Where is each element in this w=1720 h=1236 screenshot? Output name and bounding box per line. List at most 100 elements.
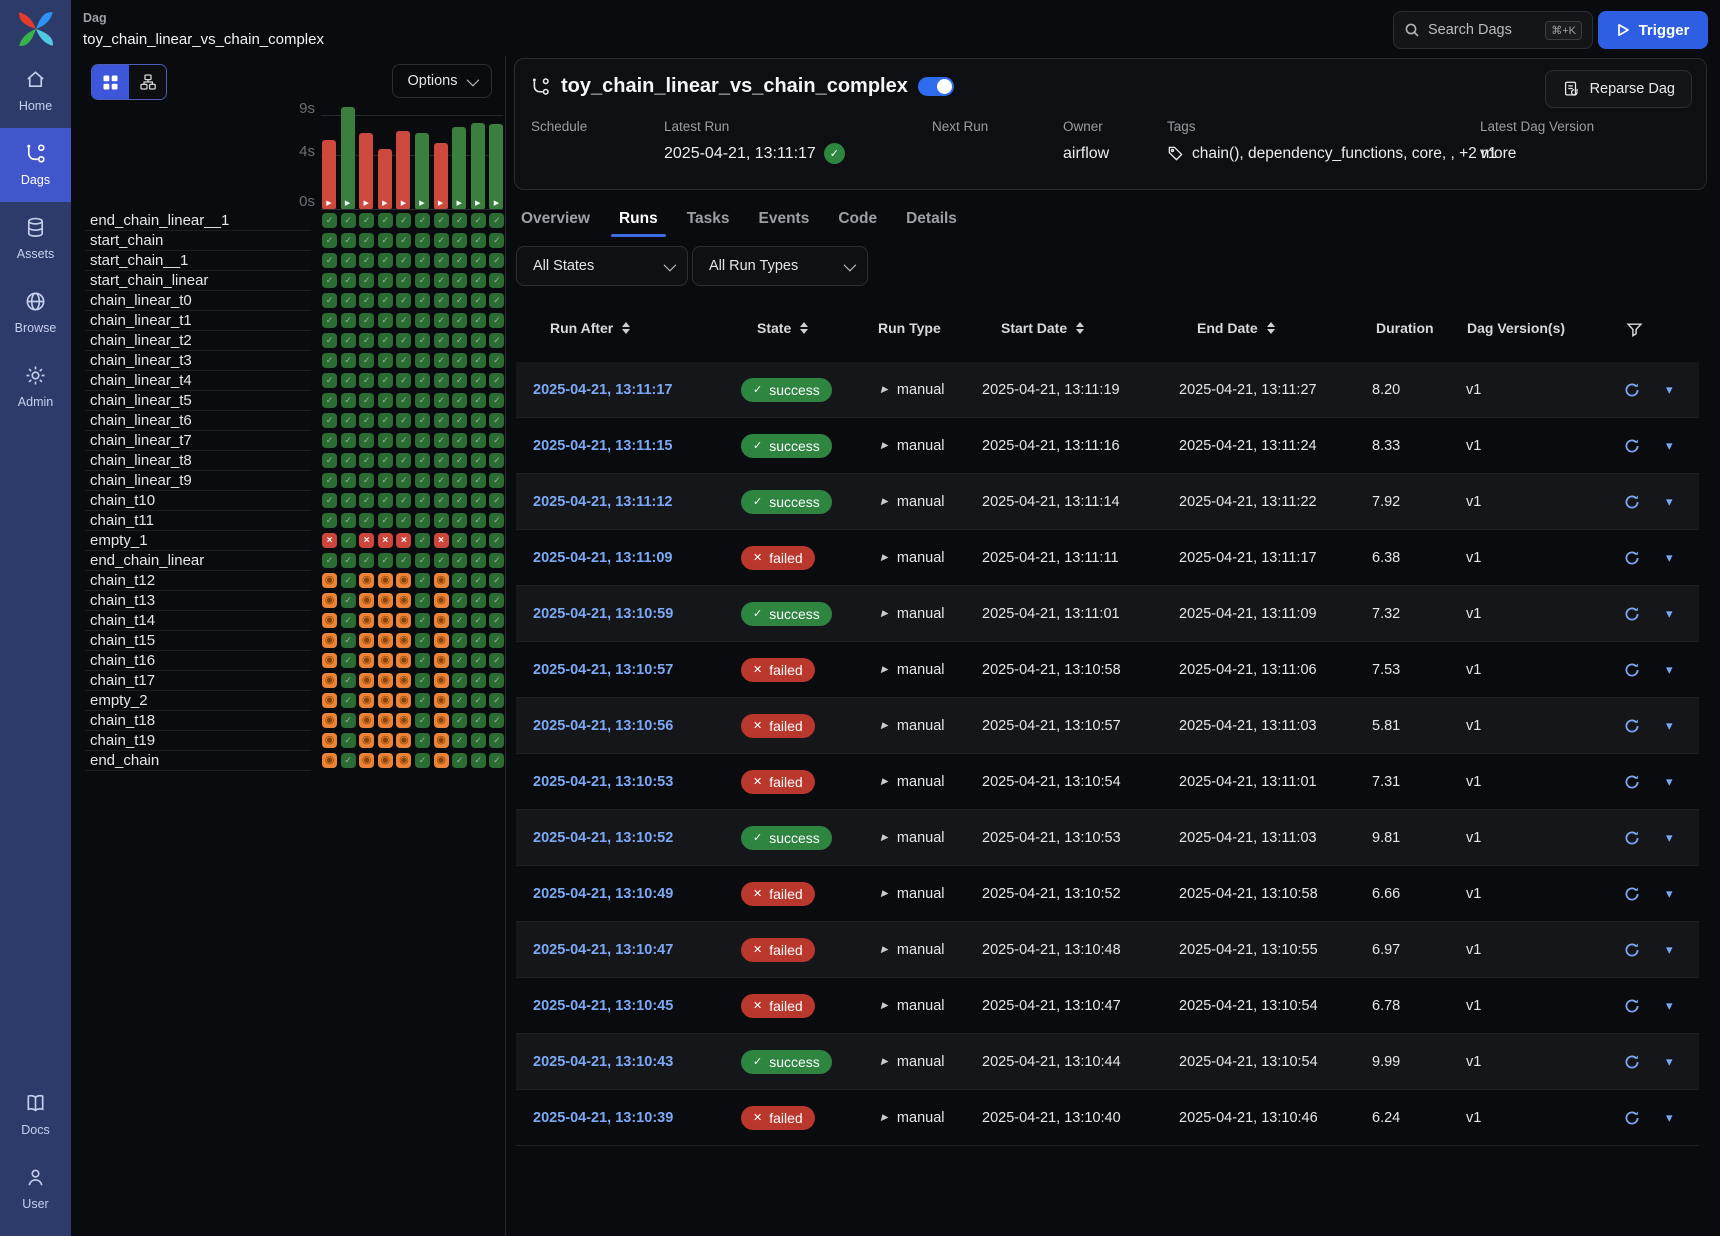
task-instance-success[interactable]: ✓: [341, 273, 356, 288]
airflow-logo[interactable]: [15, 8, 57, 50]
task-instance-success[interactable]: ✓: [359, 413, 374, 428]
sort-icon[interactable]: [800, 322, 808, 334]
task-instance-success[interactable]: ✓: [489, 253, 504, 268]
task-instance-success[interactable]: ✓: [378, 373, 393, 388]
run-row[interactable]: 2025-04-21, 13:10:56✕failed▶manual2025-0…: [516, 698, 1699, 754]
task-instance-success[interactable]: ✓: [396, 313, 411, 328]
task-instance-success[interactable]: ✓: [359, 473, 374, 488]
clear-run-button[interactable]: [1624, 550, 1640, 566]
task-instance-upstream[interactable]: ◉: [396, 693, 411, 708]
sidebar-item-admin[interactable]: Admin: [0, 350, 71, 424]
task-instance-success[interactable]: ✓: [471, 733, 486, 748]
task-instance-success[interactable]: ✓: [378, 273, 393, 288]
task-instance-success[interactable]: ✓: [434, 313, 449, 328]
task-instance-upstream[interactable]: ◉: [359, 653, 374, 668]
task-instance-success[interactable]: ✓: [434, 553, 449, 568]
task-instance-upstream[interactable]: ◉: [434, 753, 449, 768]
task-name[interactable]: chain_t13: [90, 591, 155, 611]
task-name[interactable]: chain_t17: [90, 671, 155, 691]
task-instance-success[interactable]: ✓: [359, 453, 374, 468]
task-instance-success[interactable]: ✓: [415, 473, 430, 488]
sort-icon[interactable]: [1076, 322, 1084, 334]
task-instance-success[interactable]: ✓: [434, 213, 449, 228]
task-instance-success[interactable]: ✓: [396, 373, 411, 388]
task-instance-success[interactable]: ✓: [322, 453, 337, 468]
task-instance-success[interactable]: ✓: [341, 373, 356, 388]
task-instance-success[interactable]: ✓: [378, 553, 393, 568]
run-column-bar[interactable]: ▶: [489, 124, 503, 210]
tab-runs[interactable]: Runs: [611, 200, 666, 237]
task-instance-success[interactable]: ✓: [452, 753, 467, 768]
clear-run-button[interactable]: [1624, 886, 1640, 902]
task-instance-success[interactable]: ✓: [471, 273, 486, 288]
task-instance-success[interactable]: ✓: [452, 553, 467, 568]
task-instance-success[interactable]: ✓: [415, 313, 430, 328]
task-instance-success[interactable]: ✓: [341, 253, 356, 268]
task-instance-upstream[interactable]: ◉: [359, 753, 374, 768]
task-instance-upstream[interactable]: ◉: [378, 633, 393, 648]
task-name[interactable]: chain_t11: [90, 511, 154, 531]
task-instance-failed[interactable]: ×: [322, 533, 337, 548]
task-instance-success[interactable]: ✓: [359, 333, 374, 348]
task-instance-success[interactable]: ✓: [452, 473, 467, 488]
task-instance-success[interactable]: ✓: [359, 273, 374, 288]
sidebar-item-assets[interactable]: Assets: [0, 202, 71, 276]
task-instance-success[interactable]: ✓: [415, 213, 430, 228]
task-instance-upstream[interactable]: ◉: [434, 633, 449, 648]
task-instance-success[interactable]: ✓: [489, 433, 504, 448]
task-instance-success[interactable]: ✓: [434, 453, 449, 468]
run-row[interactable]: 2025-04-21, 13:10:47✕failed▶manual2025-0…: [516, 922, 1699, 978]
run-row[interactable]: 2025-04-21, 13:10:57✕failed▶manual2025-0…: [516, 642, 1699, 698]
run-actions-caret[interactable]: ▾: [1666, 774, 1673, 790]
sort-icon[interactable]: [1267, 322, 1275, 334]
task-name[interactable]: chain_linear_t9: [90, 471, 192, 491]
task-name[interactable]: chain_t14: [90, 611, 155, 631]
task-name[interactable]: end_chain_linear__1: [90, 211, 229, 231]
run-row[interactable]: 2025-04-21, 13:10:53✕failed▶manual2025-0…: [516, 754, 1699, 810]
task-instance-success[interactable]: ✓: [322, 493, 337, 508]
task-instance-success[interactable]: ✓: [471, 433, 486, 448]
task-instance-success[interactable]: ✓: [415, 413, 430, 428]
task-instance-upstream[interactable]: ◉: [322, 653, 337, 668]
run-column-bar[interactable]: ▶: [434, 143, 448, 210]
task-instance-success[interactable]: ✓: [359, 553, 374, 568]
run-row[interactable]: 2025-04-21, 13:10:45✕failed▶manual2025-0…: [516, 978, 1699, 1034]
task-instance-success[interactable]: ✓: [471, 513, 486, 528]
task-name[interactable]: chain_t12: [90, 571, 155, 591]
task-instance-success[interactable]: ✓: [415, 393, 430, 408]
task-instance-success[interactable]: ✓: [471, 393, 486, 408]
task-instance-upstream[interactable]: ◉: [322, 613, 337, 628]
task-instance-success[interactable]: ✓: [341, 733, 356, 748]
run-row[interactable]: 2025-04-21, 13:11:12✓success▶manual2025-…: [516, 474, 1699, 530]
tab-overview[interactable]: Overview: [513, 200, 598, 237]
task-instance-success[interactable]: ✓: [452, 413, 467, 428]
task-instance-success[interactable]: ✓: [396, 433, 411, 448]
task-instance-success[interactable]: ✓: [341, 533, 356, 548]
task-instance-success[interactable]: ✓: [452, 733, 467, 748]
task-name[interactable]: chain_t18: [90, 711, 155, 731]
clear-run-button[interactable]: [1624, 942, 1640, 958]
task-instance-success[interactable]: ✓: [396, 293, 411, 308]
task-instance-success[interactable]: ✓: [471, 753, 486, 768]
run-column-bar[interactable]: ▶: [471, 123, 485, 210]
task-instance-upstream[interactable]: ◉: [359, 593, 374, 608]
task-name[interactable]: empty_2: [90, 691, 148, 711]
task-instance-upstream[interactable]: ◉: [359, 713, 374, 728]
task-instance-upstream[interactable]: ◉: [322, 573, 337, 588]
sidebar-item-user[interactable]: User: [0, 1152, 71, 1226]
task-instance-upstream[interactable]: ◉: [396, 653, 411, 668]
run-column-bar[interactable]: ▶: [359, 133, 373, 210]
column-header-run-after[interactable]: Run After: [550, 320, 630, 336]
task-name[interactable]: chain_linear_t8: [90, 451, 192, 471]
task-instance-success[interactable]: ✓: [396, 333, 411, 348]
task-instance-upstream[interactable]: ◉: [322, 593, 337, 608]
task-instance-success[interactable]: ✓: [471, 213, 486, 228]
task-instance-success[interactable]: ✓: [471, 473, 486, 488]
task-instance-upstream[interactable]: ◉: [378, 753, 393, 768]
task-instance-success[interactable]: ✓: [415, 373, 430, 388]
task-instance-success[interactable]: ✓: [434, 333, 449, 348]
task-instance-success[interactable]: ✓: [322, 213, 337, 228]
task-instance-success[interactable]: ✓: [471, 293, 486, 308]
run-after-link[interactable]: 2025-04-21, 13:10:49: [533, 886, 673, 902]
task-instance-success[interactable]: ✓: [434, 253, 449, 268]
